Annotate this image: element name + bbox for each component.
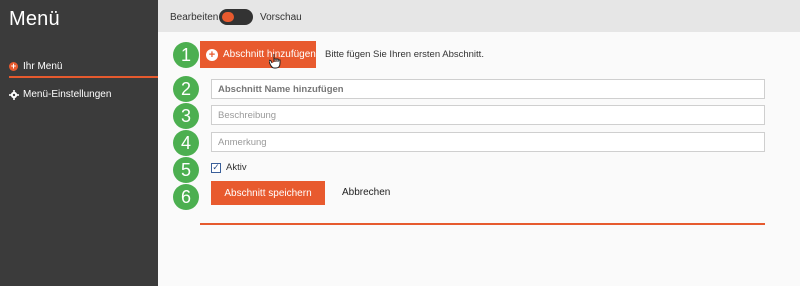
step-badge: 4 <box>173 130 199 156</box>
section-note-input[interactable] <box>211 132 765 152</box>
step-badge: 2 <box>173 76 199 102</box>
active-nav-indicator <box>9 76 158 78</box>
section-name-input[interactable] <box>211 79 765 99</box>
sidebar-item-label: Ihr Menü <box>23 61 63 72</box>
sidebar-item-label: Menü-Einstellungen <box>23 89 112 100</box>
preview-mode-label: Vorschau <box>260 12 302 23</box>
plus-circle-icon: + <box>9 61 18 71</box>
gear-icon <box>9 89 19 100</box>
plus-circle-icon: + <box>206 48 218 61</box>
edit-mode-label: Bearbeiten <box>170 12 219 23</box>
step-badge: 1 <box>173 42 199 68</box>
main-content: 1 + Abschnitt hinzufügen Bitte fügen Sie… <box>158 32 800 286</box>
step-badge: 5 <box>173 157 199 183</box>
edit-preview-toggle[interactable] <box>219 9 253 25</box>
app-title: Menü <box>9 8 60 30</box>
step-badge: 3 <box>173 103 199 129</box>
sidebar-item-ihr-menu[interactable]: + Ihr Menü <box>9 61 62 72</box>
section-description-input[interactable] <box>211 105 765 125</box>
add-section-button[interactable]: + Abschnitt hinzufügen <box>200 41 316 68</box>
mode-toolbar: Bearbeiten Vorschau <box>158 0 800 32</box>
hand-cursor-icon <box>269 54 281 69</box>
toggle-knob <box>222 12 234 22</box>
sidebar: Menü + Ihr Menü Menü-Einstellungen <box>0 0 158 286</box>
active-checkbox-row: ✓ Aktiv <box>211 162 247 173</box>
active-checkbox[interactable]: ✓ <box>211 162 221 173</box>
save-section-button[interactable]: Abschnitt speichern <box>211 181 325 205</box>
cancel-link[interactable]: Abbrechen <box>342 187 390 198</box>
hint-text: Bitte fügen Sie Ihren ersten Abschnitt. <box>325 49 484 60</box>
sidebar-item-menu-einstellungen[interactable]: Menü-Einstellungen <box>9 89 111 100</box>
step-badge: 6 <box>173 184 199 210</box>
active-label: Aktiv <box>226 162 247 173</box>
section-divider <box>200 223 765 225</box>
